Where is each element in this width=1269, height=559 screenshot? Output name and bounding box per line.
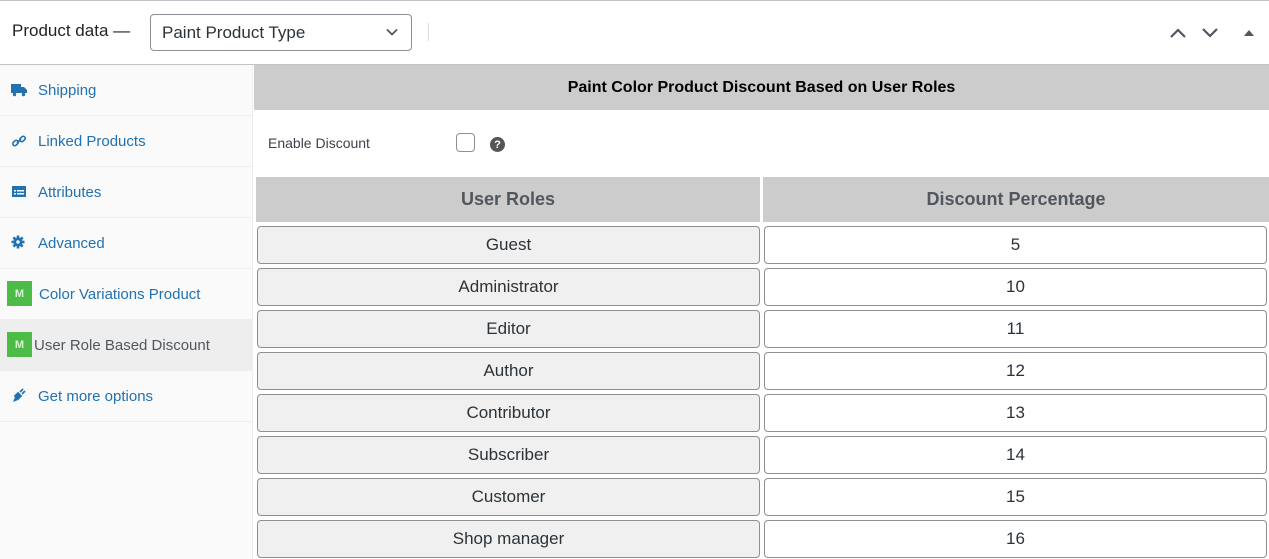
column-header-user-roles: User Roles (256, 177, 760, 222)
table-row: Shop manager 16 (257, 520, 1269, 558)
tab-label: User Role Based Discount (34, 336, 210, 354)
tab-linked-products[interactable]: Linked Products (0, 116, 252, 167)
toggle-panel-button[interactable] (1239, 23, 1259, 43)
tab-get-more-options[interactable]: Get more options (0, 371, 252, 422)
triangle-up-icon (1244, 30, 1254, 36)
plugin-logo-icon: M (7, 281, 32, 306)
discount-input[interactable]: 16 (764, 520, 1267, 558)
discount-input[interactable]: 10 (764, 268, 1267, 306)
tab-label: Attributes (38, 183, 102, 201)
table-row: Contributor 13 (257, 394, 1269, 432)
plugin-logo-icon: M (7, 332, 32, 357)
plug-icon (13, 388, 26, 402)
discount-input[interactable]: 5 (764, 226, 1267, 264)
chevron-down-icon (386, 28, 398, 36)
tab-label: Color Variations Product (39, 285, 201, 303)
discount-input[interactable]: 12 (764, 352, 1267, 390)
table-row: Administrator 10 (257, 268, 1269, 306)
role-field[interactable]: Editor (257, 310, 760, 348)
move-down-button[interactable] (1200, 23, 1220, 43)
gear-icon (11, 235, 25, 249)
tab-advanced[interactable]: Advanced (0, 218, 252, 269)
tab-shipping[interactable]: Shipping (0, 65, 252, 116)
table-row: Subscriber 14 (257, 436, 1269, 474)
list-card-icon (12, 186, 26, 197)
table-row: Guest 5 (257, 226, 1269, 264)
table-row: Customer 15 (257, 478, 1269, 516)
role-field[interactable]: Author (257, 352, 760, 390)
tab-label: Get more options (38, 387, 154, 405)
role-field[interactable]: Subscriber (257, 436, 760, 474)
section-title: Paint Color Product Discount Based on Us… (254, 65, 1269, 110)
discount-panel: Paint Color Product Discount Based on Us… (254, 65, 1269, 559)
product-type-select[interactable]: Paint Product Type (150, 14, 412, 51)
tab-user-role-based-discount[interactable]: M User Role Based Discount (0, 320, 252, 371)
role-field[interactable]: Guest (257, 226, 760, 264)
role-field[interactable]: Contributor (257, 394, 760, 432)
truck-icon (11, 84, 27, 97)
product-data-tabs: Shipping Linked Products Attributes Adva… (0, 65, 253, 559)
enable-discount-checkbox[interactable] (456, 133, 475, 152)
column-header-discount-percentage: Discount Percentage (763, 177, 1269, 222)
product-data-title: Product data — (12, 21, 131, 40)
tab-attributes[interactable]: Attributes (0, 167, 252, 218)
tab-color-variations-product[interactable]: M Color Variations Product (0, 269, 252, 320)
tab-label: Advanced (38, 234, 105, 252)
discount-table: Guest 5 Administrator 10 Editor 11 Autho… (257, 226, 1269, 559)
table-row: Editor 11 (257, 310, 1269, 348)
role-field[interactable]: Shop manager (257, 520, 760, 558)
enable-discount-label: Enable Discount (268, 135, 370, 151)
help-icon[interactable]: ? (490, 137, 505, 152)
tab-label: Linked Products (38, 132, 146, 150)
header-divider (428, 23, 429, 41)
role-field[interactable]: Administrator (257, 268, 760, 306)
discount-input[interactable]: 11 (764, 310, 1267, 348)
chevron-up-icon (1170, 28, 1186, 38)
link-icon (11, 135, 27, 147)
product-data-header: Product data — Paint Product Type (0, 0, 1269, 65)
table-row: Author 12 (257, 352, 1269, 390)
product-type-value: Paint Product Type (162, 22, 306, 42)
chevron-down-icon (1202, 28, 1218, 38)
move-up-button[interactable] (1168, 23, 1188, 43)
discount-input[interactable]: 14 (764, 436, 1267, 474)
tab-label: Shipping (38, 81, 97, 99)
discount-input[interactable]: 13 (764, 394, 1267, 432)
role-field[interactable]: Customer (257, 478, 760, 516)
discount-input[interactable]: 15 (764, 478, 1267, 516)
